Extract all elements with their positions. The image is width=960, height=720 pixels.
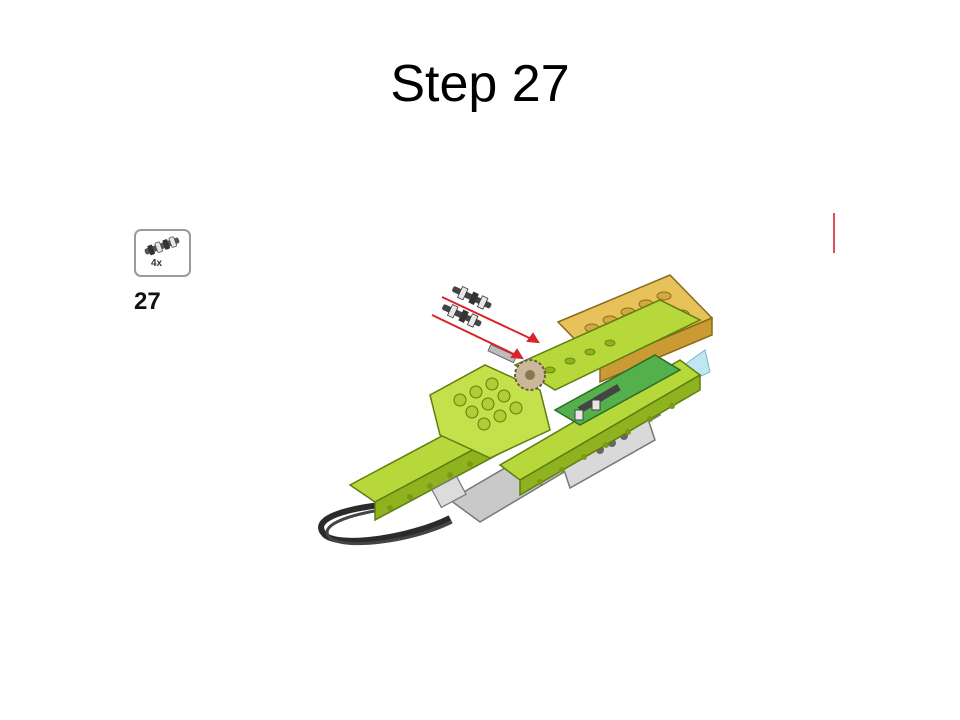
slide-title: Step 27 [390, 55, 570, 113]
axle-connector-peg-icon [144, 236, 180, 256]
parts-quantity: 4x [151, 258, 163, 269]
lego-assembly-illustration [318, 274, 714, 546]
edge-mark [833, 213, 835, 253]
parts-callout: 4x [134, 229, 191, 277]
step-number: 27 [134, 288, 161, 315]
